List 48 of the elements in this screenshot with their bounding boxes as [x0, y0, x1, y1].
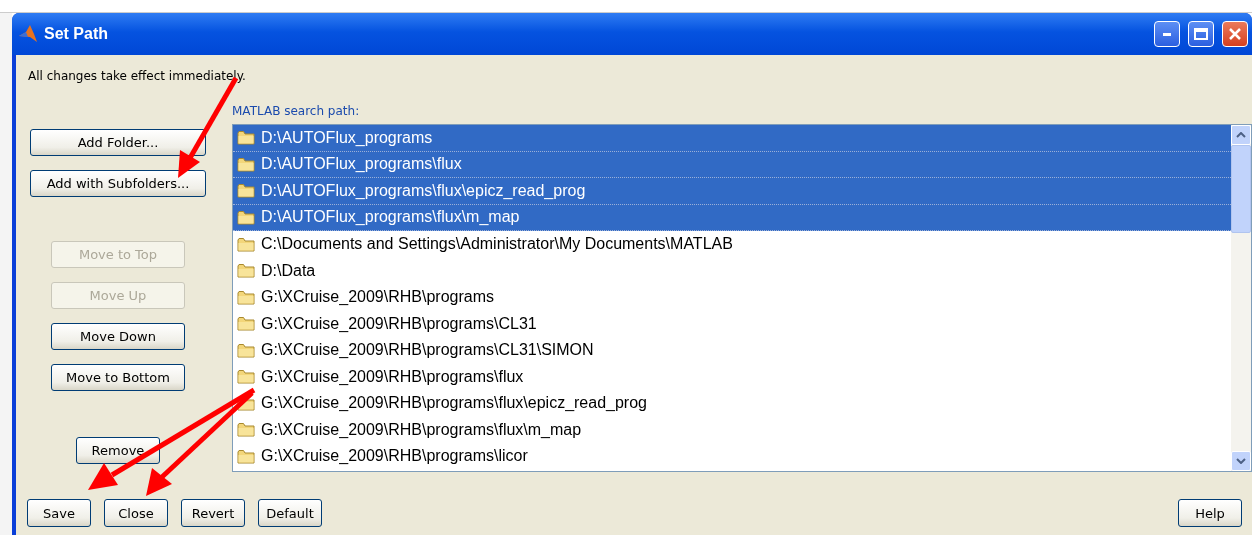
path-row[interactable]: G:\XCruise_2009\RHB\programs\CL31 — [233, 310, 1231, 337]
scroll-down-icon — [1236, 458, 1246, 464]
dialog-button[interactable]: Revert — [181, 499, 245, 527]
path-row[interactable]: G:\XCruise_2009\RHB\programs\flux\m_map — [233, 416, 1231, 443]
close-icon — [1228, 27, 1242, 41]
path-row[interactable]: D:\AUTOFlux_programs — [233, 125, 1231, 152]
side-button[interactable]: Add with Subfolders... — [30, 170, 206, 197]
scrollbar[interactable] — [1231, 125, 1251, 471]
folder-icon — [237, 316, 255, 332]
side-button[interactable]: Move Down — [51, 323, 185, 350]
maximize-icon — [1194, 28, 1208, 40]
path-row[interactable]: D:\Data — [233, 257, 1231, 284]
path-row[interactable]: G:\XCruise_2009\RHB\programs\CL31\SIMON — [233, 337, 1231, 364]
list-label: MATLAB search path: — [232, 104, 361, 120]
folder-icon — [237, 289, 255, 305]
path-row[interactable]: G:\XCruise_2009\RHB\programs\flux\epicz_read_prog — [233, 390, 1231, 417]
minimize-button[interactable] — [1154, 21, 1180, 47]
folder-icon — [237, 369, 255, 385]
close-button[interactable] — [1222, 21, 1248, 47]
path-row[interactable]: C:\Documents and Settings\Administrator\My Documents\MATLAB — [233, 231, 1231, 258]
path-row[interactable]: D:\AUTOFlux_programs\flux\m_map — [233, 204, 1231, 231]
path-row[interactable]: G:\XCruise_2009\RHB\programs — [233, 284, 1231, 311]
minimize-icon — [1163, 32, 1171, 36]
folder-icon — [237, 183, 255, 199]
window-title: Set Path — [44, 25, 108, 43]
path-row[interactable]: G:\XCruise_2009\RHB\programs\licor — [233, 443, 1231, 470]
folder-icon — [237, 130, 255, 146]
dialog-button[interactable]: Close — [104, 499, 168, 527]
folder-icon — [237, 263, 255, 279]
side-button[interactable]: Add Folder... — [30, 129, 206, 156]
folder-icon — [237, 422, 255, 438]
path-row[interactable]: D:\AUTOFlux_programs\flux — [233, 151, 1231, 178]
notice-text: All changes take effect immediately. — [28, 69, 247, 85]
folder-icon — [237, 209, 255, 225]
folder-icon — [237, 448, 255, 464]
folder-icon — [237, 236, 255, 252]
help-button[interactable]: Help — [1178, 499, 1242, 527]
maximize-button[interactable] — [1188, 21, 1214, 47]
dialog-button[interactable]: Default — [258, 499, 322, 527]
scroll-up-icon — [1236, 132, 1246, 138]
side-button[interactable]: Move to Bottom — [51, 364, 185, 391]
folder-icon — [237, 156, 255, 172]
path-row[interactable]: D:\AUTOFlux_programs\flux\epicz_read_prog — [233, 178, 1231, 205]
dialog-button[interactable]: Save — [27, 499, 91, 527]
app-logo-icon — [18, 24, 38, 44]
side-button[interactable]: Remove — [76, 437, 160, 464]
path-row[interactable]: G:\XCruise_2009\RHB\programs\flux — [233, 363, 1231, 390]
folder-icon — [237, 342, 255, 358]
